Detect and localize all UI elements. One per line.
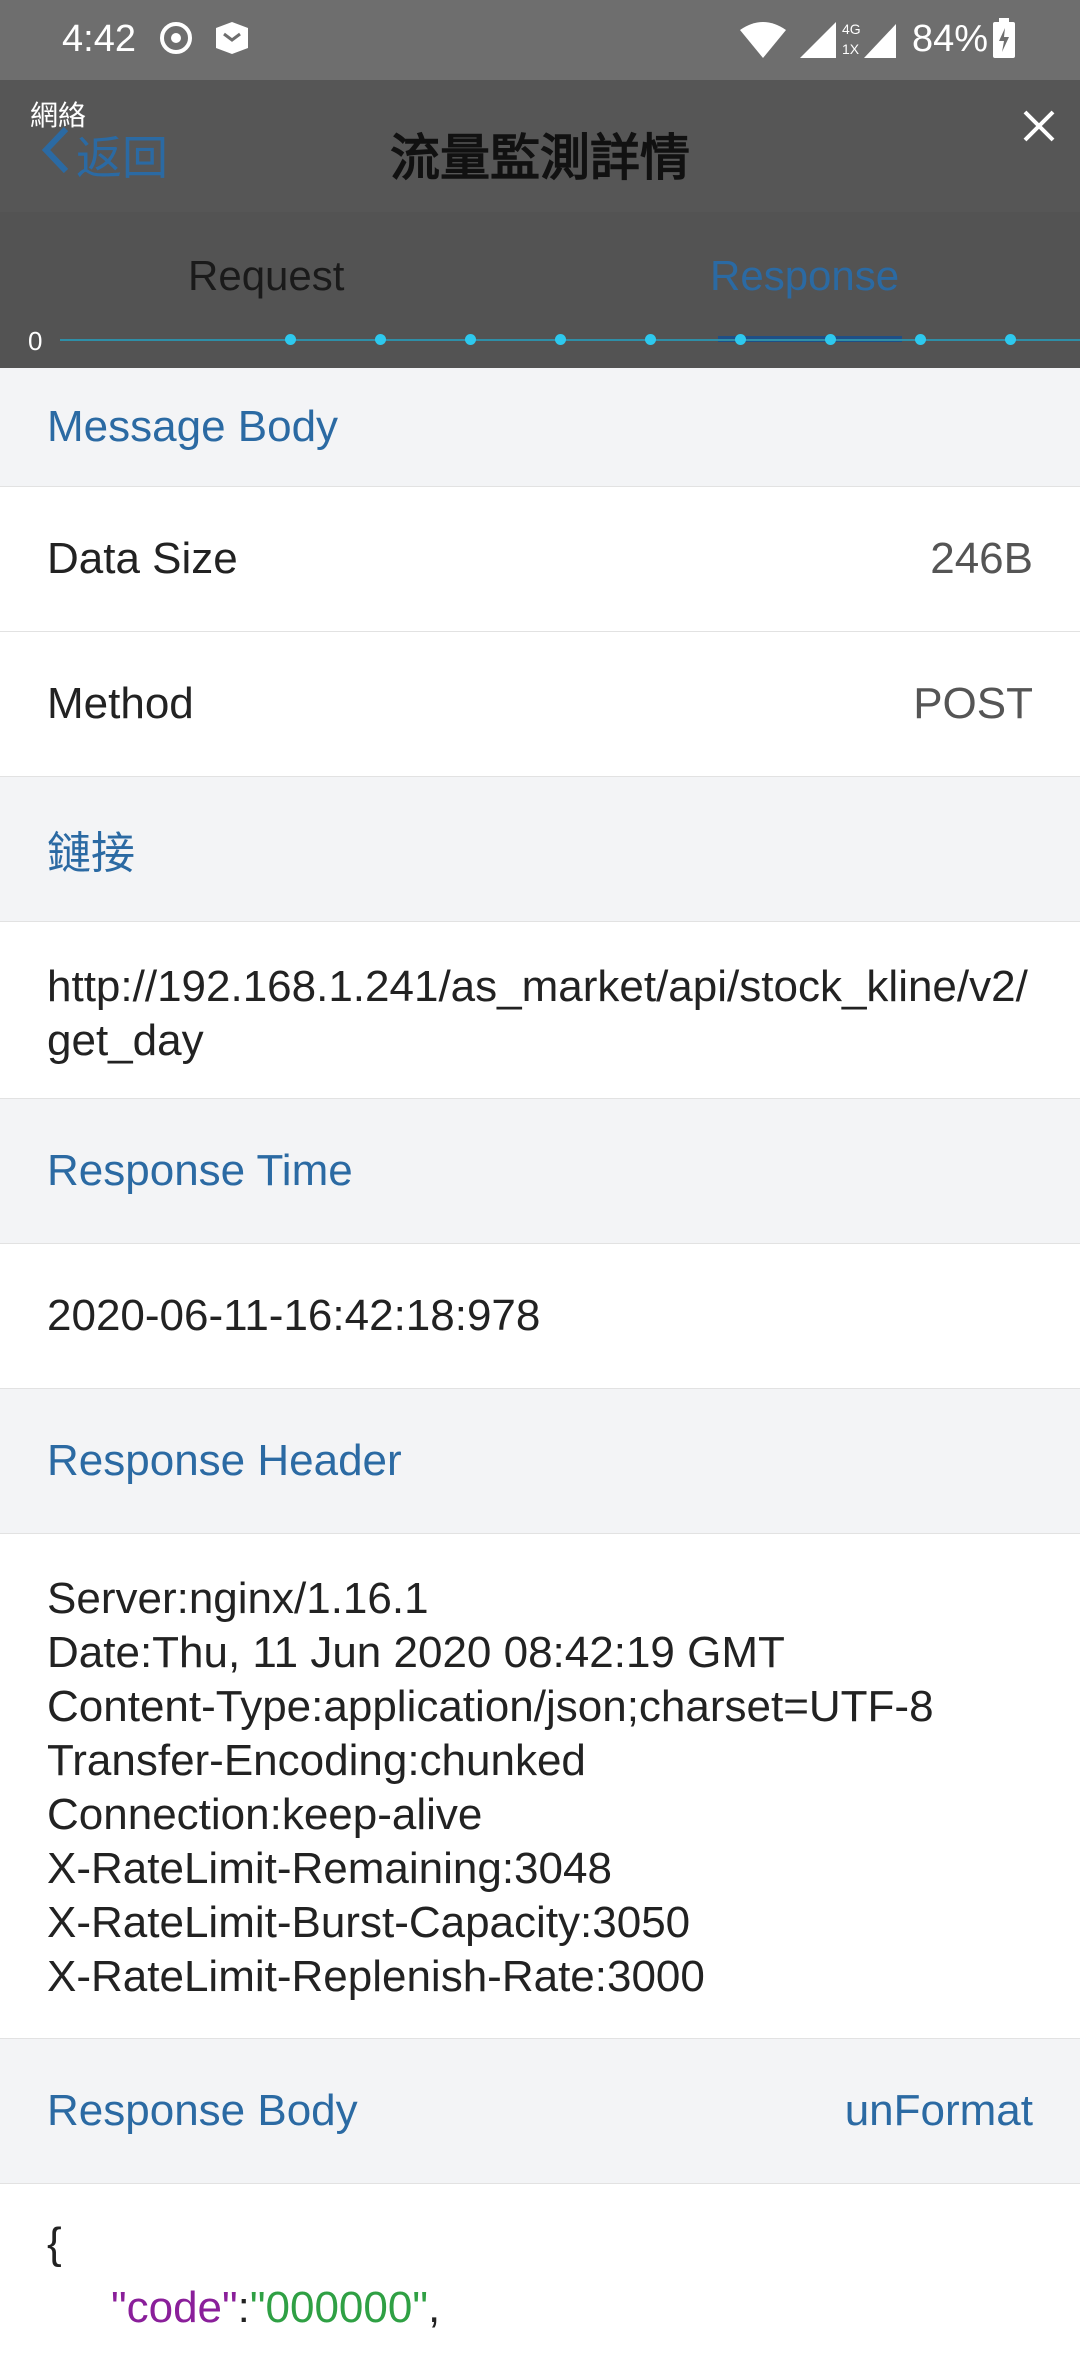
axis-dot [735, 334, 746, 345]
header-line: Content-Type:application/json;charset=UT… [47, 1682, 934, 1731]
unformat-button[interactable]: unFormat [845, 2086, 1033, 2136]
section-title: Response Header [47, 1436, 402, 1485]
link-url: http://192.168.1.241/as_market/api/stock… [0, 922, 1080, 1099]
header-line: X-RateLimit-Replenish-Rate:3000 [47, 1952, 705, 2001]
cell-signal-icon [798, 20, 838, 65]
status-bar: 4:42 4G 1X 84% [0, 0, 1080, 80]
axis-dot [825, 334, 836, 345]
section-link: 鏈接 [0, 777, 1080, 922]
row-data-size: Data Size 246B [0, 487, 1080, 632]
overlay-axis-line [60, 339, 1080, 341]
nav-bar: 網絡 返回 流量監測詳情 [0, 80, 1080, 212]
tab-response[interactable]: Response [710, 252, 899, 300]
row-key: Data Size [47, 534, 238, 583]
link-url-text: http://192.168.1.241/as_market/api/stock… [47, 962, 1028, 1065]
json-value: "000000" [249, 2283, 428, 2332]
section-title: Response Body [47, 2086, 358, 2135]
header-line: Connection:keep-alive [47, 1790, 483, 1839]
app-notification-icon [212, 20, 252, 61]
json-key: "code" [111, 2283, 238, 2332]
axis-dot [645, 334, 656, 345]
svg-text:1X: 1X [842, 41, 860, 57]
section-response-header: Response Header [0, 1389, 1080, 1534]
row-method: Method POST [0, 632, 1080, 777]
svg-text:4G: 4G [842, 21, 861, 37]
status-time: 4:42 [62, 18, 136, 60]
header-line: X-RateLimit-Remaining:3048 [47, 1844, 612, 1893]
header-line: X-RateLimit-Burst-Capacity:3050 [47, 1898, 691, 1947]
page-title: 流量監測詳情 [390, 130, 690, 186]
wifi-icon [738, 20, 788, 65]
axis-zero-label: 0 [28, 326, 43, 356]
battery-charging-icon [992, 18, 1016, 63]
section-title: Message Body [47, 402, 339, 451]
section-message-body: Message Body [0, 368, 1080, 487]
json-comma: , [427, 2283, 441, 2332]
json-colon: : [237, 2283, 250, 2332]
response-body-json: { "code":"000000", [0, 2184, 1080, 2368]
row-value: POST [913, 679, 1033, 728]
axis-dot [465, 334, 476, 345]
axis-dot [555, 334, 566, 345]
detail-content[interactable]: Message Body Data Size 246B Method POST … [0, 368, 1080, 2368]
row-response-time: 2020-06-11-16:42:18:978 [0, 1244, 1080, 1389]
axis-dot [375, 334, 386, 345]
axis-dot [285, 334, 296, 345]
tab-bar: Request Response 0 [0, 212, 1080, 368]
json-line: "code":"000000", [47, 2276, 1033, 2340]
response-header-block: Server:nginx/1.16.1 Date:Thu, 11 Jun 202… [0, 1534, 1080, 2039]
row-key: Method [47, 679, 194, 728]
tab-request[interactable]: Request [188, 252, 344, 300]
battery-percent: 84% [912, 18, 989, 60]
close-icon[interactable] [1015, 102, 1063, 150]
header-line: Date:Thu, 11 Jun 2020 08:42:19 GMT [47, 1628, 785, 1677]
axis-dot [915, 334, 926, 345]
response-time-value: 2020-06-11-16:42:18:978 [47, 1291, 541, 1340]
header-line: Transfer-Encoding:chunked [47, 1736, 586, 1785]
4g-1x-signal-icon: 4G 1X [842, 20, 898, 65]
notification-swirl-icon [158, 20, 194, 61]
row-value: 246B [930, 534, 1033, 583]
section-response-time: Response Time [0, 1099, 1080, 1244]
json-open-brace: { [47, 2219, 62, 2268]
axis-dot [1005, 334, 1016, 345]
section-title: Response Time [47, 1146, 353, 1195]
section-response-body: Response Body unFormat [0, 2039, 1080, 2184]
section-title: 鏈接 [47, 829, 135, 878]
header-line: Server:nginx/1.16.1 [47, 1574, 429, 1623]
